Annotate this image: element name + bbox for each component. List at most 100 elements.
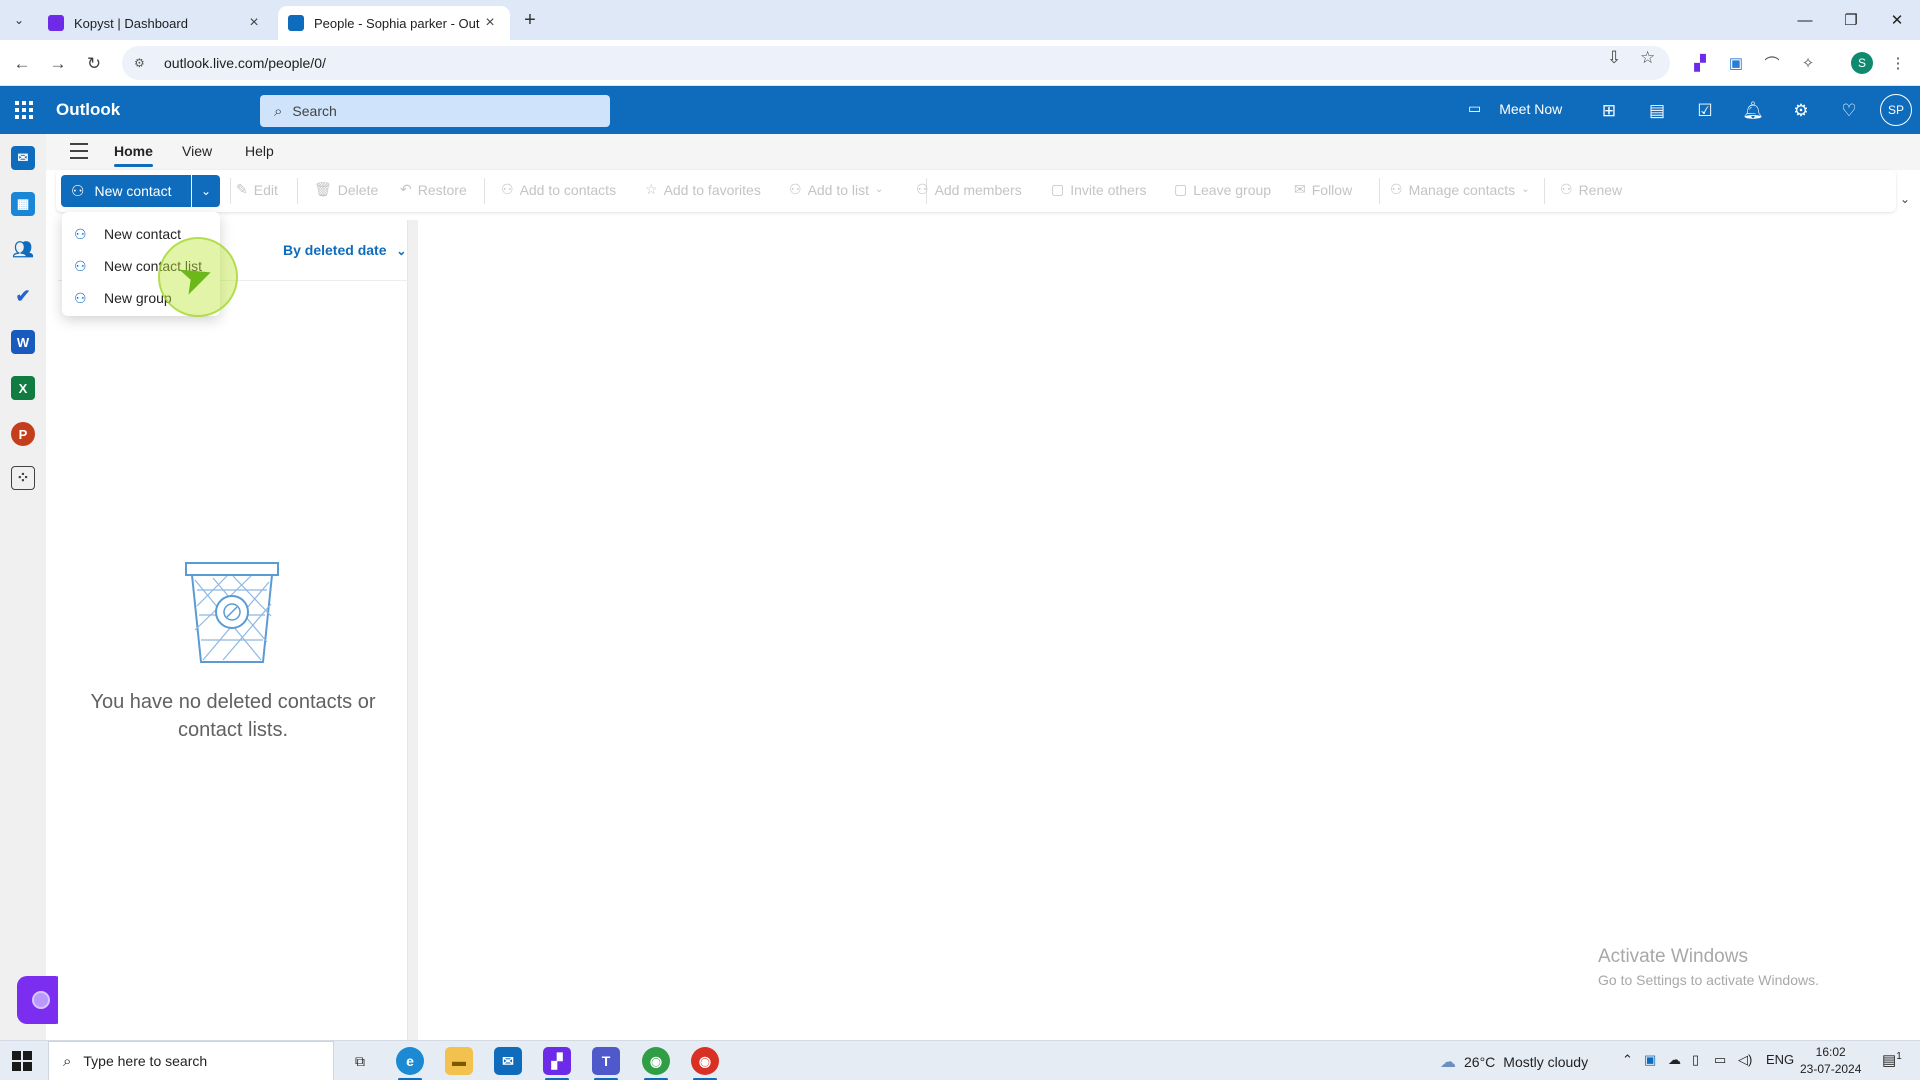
follow-button[interactable]: ✉ Follow — [1294, 181, 1352, 198]
url-text: outlook.live.com/people/0/ — [164, 55, 326, 71]
my-day-icon[interactable]: ☑ — [1694, 100, 1716, 122]
people-icon[interactable]: 👥︎ — [11, 238, 35, 262]
install-app-icon[interactable]: ⇩ — [1607, 48, 1621, 68]
leave-group-button[interactable]: ▢ Leave group — [1174, 181, 1271, 198]
calendar-icon[interactable]: ▦ — [11, 192, 35, 216]
volume-icon[interactable]: ◁) — [1738, 1052, 1752, 1068]
restore-button[interactable]: ↶ Restore — [400, 181, 467, 198]
tab-search-dropdown[interactable]: ⌄ — [8, 9, 30, 31]
new-contact-button[interactable]: ⚇ New contact — [61, 175, 191, 207]
manage-contacts-label: Manage contacts — [1408, 181, 1516, 198]
renew-button[interactable]: ⚇ Renew — [1560, 181, 1622, 198]
restore-button[interactable]: ❐ — [1828, 0, 1874, 40]
minimize-button[interactable]: — — [1782, 0, 1828, 40]
meet-now-button[interactable]: ▭ Meet Now — [1468, 100, 1562, 117]
windows-start-icon[interactable] — [12, 1051, 32, 1071]
taskbar-search-input[interactable]: ⌕ Type here to search — [48, 1041, 334, 1080]
add-to-contacts-button[interactable]: ⚇ Add to contacts — [501, 181, 616, 198]
renew-label: Renew — [1578, 181, 1623, 198]
hamburger-menu-icon[interactable] — [70, 143, 88, 159]
invite-others-label: Invite others — [1070, 181, 1147, 198]
language-indicator[interactable]: ENG — [1766, 1052, 1794, 1067]
taskbar-search-placeholder: Type here to search — [83, 1053, 208, 1069]
tray-app-icon[interactable]: ▣ — [1644, 1052, 1656, 1068]
site-info-icon[interactable]: ⚙ — [134, 56, 152, 70]
mail-app-icon[interactable]: ✉ — [494, 1047, 522, 1075]
back-icon[interactable]: ← — [10, 52, 34, 76]
close-tab-icon[interactable]: × — [244, 14, 264, 32]
kopyst-extension-icon[interactable]: ▞ — [1690, 53, 1710, 73]
invite-others-button[interactable]: ▢ Invite others — [1051, 181, 1147, 198]
forward-icon[interactable]: → — [46, 52, 70, 76]
powerpoint-icon[interactable]: P — [11, 422, 35, 446]
reload-icon[interactable]: ↻ — [82, 52, 106, 76]
outlook-brand[interactable]: Outlook — [56, 100, 120, 120]
network-icon[interactable]: ▭ — [1714, 1052, 1726, 1068]
edit-button[interactable]: ✎ Edit — [236, 181, 278, 198]
office-icon[interactable]: ▤ — [1646, 100, 1668, 122]
extension-icon[interactable]: ⌒ — [1762, 53, 1782, 73]
follow-label: Follow — [1311, 181, 1353, 198]
ribbon-tab-strip: Home View Help — [46, 134, 1920, 170]
search-input[interactable]: ⌕ Search — [260, 95, 610, 127]
people-add-icon: ⚇ — [916, 181, 929, 197]
cloud-icon: ☁ — [1440, 1054, 1456, 1071]
add-members-button[interactable]: ⚇ Add members — [916, 181, 1022, 198]
edge-browser-icon[interactable]: e — [396, 1047, 424, 1080]
address-bar[interactable]: ⚙ outlook.live.com/people/0/ — [122, 46, 1670, 80]
add-to-list-button[interactable]: ⚇ Add to list ⌄ — [789, 181, 883, 198]
browser-tab-kopyst[interactable]: Kopyst | Dashboard × — [38, 6, 274, 40]
teams-icon[interactable]: ⊞ — [1598, 100, 1620, 122]
browser-profile-avatar[interactable]: S — [1851, 52, 1873, 74]
ribbon-toolbar: ⚇ New contact ⌄ ✎ Edit 🗑︎ Delete ↶ Restore … — [56, 170, 1896, 212]
word-icon[interactable]: W — [11, 330, 35, 354]
excel-icon[interactable]: X — [11, 376, 35, 400]
mail-icon[interactable]: ✉ — [11, 146, 35, 170]
add-to-favorites-label: Add to favorites — [663, 181, 761, 198]
file-explorer-icon[interactable]: ▬ — [445, 1047, 473, 1075]
bookmark-star-icon[interactable]: ☆ — [1640, 48, 1655, 68]
manage-contacts-button[interactable]: ⚇ Manage contacts ⌄ — [1390, 181, 1530, 198]
undo-icon: ↶ — [400, 181, 412, 197]
weather-temp: 26°C — [1464, 1054, 1496, 1070]
notification-center-icon[interactable]: ▤1 — [1882, 1051, 1902, 1069]
sort-dropdown[interactable]: By deleted date ⌄ — [283, 242, 406, 258]
settings-gear-icon[interactable]: ⚙ — [1790, 100, 1812, 122]
close-tab-icon[interactable]: × — [480, 14, 500, 32]
empty-recycle-bin-icon — [185, 562, 279, 663]
taskbar-clock[interactable]: 16:02 23-07-2024 — [1800, 1044, 1861, 1078]
invite-icon: ▢ — [1051, 181, 1065, 197]
delete-button[interactable]: 🗑︎ Delete — [314, 181, 378, 198]
contact-list-pane: By deleted date ⌄ You have no deleted co… — [58, 220, 408, 1040]
weather-widget[interactable]: ☁ 26°C Mostly cloudy — [1440, 1052, 1588, 1072]
chrome-profile-s-icon[interactable]: ◉ — [691, 1047, 719, 1080]
more-apps-icon[interactable]: ⁘ — [11, 466, 35, 490]
add-to-favorites-button[interactable]: ☆ Add to favorites — [645, 181, 761, 198]
close-window-button[interactable]: ✕ — [1874, 0, 1920, 40]
browser-menu-icon[interactable]: ⋮ — [1888, 53, 1908, 73]
new-contact-dropdown-button[interactable]: ⌄ — [192, 175, 220, 207]
browser-tab-outlook[interactable]: People - Sophia parker - Outlook × — [278, 6, 510, 40]
new-tab-button[interactable]: + — [518, 8, 542, 32]
onedrive-cloud-icon[interactable]: ☁ — [1668, 1052, 1681, 1068]
teams-app-icon[interactable]: T — [592, 1047, 620, 1080]
notifications-bell-icon[interactable]: 🔔︎ — [1742, 100, 1764, 122]
tab-view[interactable]: View — [182, 143, 212, 159]
battery-icon[interactable]: ▯ — [1692, 1052, 1699, 1068]
extensions-puzzle-icon[interactable]: ✧ — [1798, 53, 1818, 73]
ribbon-expand-chevron-icon[interactable]: ⌄ — [1900, 192, 1910, 206]
show-hidden-icons-chevron-icon[interactable]: ⌃ — [1622, 1052, 1633, 1068]
restore-label: Restore — [417, 181, 467, 198]
watermark-subtitle: Go to Settings to activate Windows. — [1598, 972, 1819, 988]
tips-lightbulb-icon[interactable]: ♡ — [1838, 100, 1860, 122]
extension-icon[interactable]: ▣ — [1726, 53, 1746, 73]
tab-help[interactable]: Help — [245, 143, 274, 159]
app-launcher-icon[interactable] — [12, 98, 36, 122]
todo-check-icon[interactable]: ✔ — [11, 284, 35, 308]
account-avatar[interactable]: SP — [1880, 94, 1912, 126]
chrome-profile-a-icon[interactable]: ◉ — [642, 1047, 670, 1080]
tab-home[interactable]: Home — [114, 143, 153, 167]
task-view-icon[interactable]: ⧉ — [346, 1047, 374, 1075]
chevron-down-icon: ⌄ — [396, 244, 407, 258]
kopyst-app-icon[interactable]: ▞ — [543, 1047, 571, 1080]
